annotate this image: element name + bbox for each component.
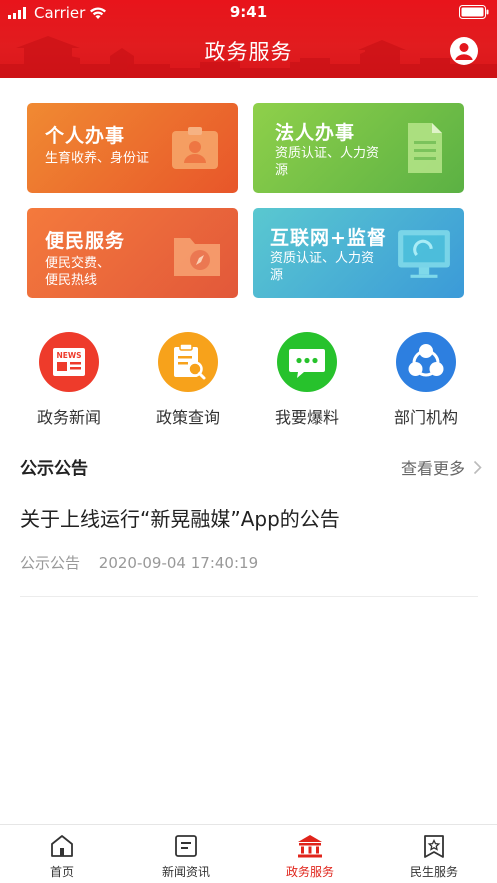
government-building-icon — [298, 835, 322, 858]
view-more-label: 查看更多 — [400, 459, 465, 478]
service-card-personal[interactable]: 个人办事 生育收养、身份证 — [27, 103, 238, 193]
notice-meta: 公示公告 2020-09-04 17:40:19 — [20, 552, 478, 573]
notice-datetime: 2020-09-04 17:40:19 — [98, 554, 259, 572]
card-subtitle: 便民交费、便民热线 — [45, 256, 111, 288]
tab-label: 新闻资讯 — [161, 865, 210, 879]
notice-section-header: 公示公告 查看更多 — [20, 454, 482, 480]
divider — [20, 596, 478, 597]
user-profile-icon[interactable] — [449, 36, 479, 66]
card-title: 互联网+监督 — [270, 227, 387, 249]
quick-link-gov-news[interactable]: NEWS 政务新闻 — [14, 332, 124, 428]
service-card-convenience[interactable]: 便民服务 便民交费、便民热线 — [27, 208, 238, 298]
id-card-icon — [172, 127, 218, 169]
monitor-icon — [398, 230, 450, 278]
service-cards: 个人办事 生育收养、身份证 法人办事 资质认证、人力资源 便民服务 便民交费、便… — [27, 103, 464, 298]
tab-label: 民生服务 — [409, 865, 458, 879]
bottom-tab-bar: 首页 新闻资讯 政务服务 民生服务 — [0, 824, 497, 883]
page-title: 政务服务 — [204, 40, 293, 64]
news-badge-text: NEWS — [56, 351, 81, 360]
organization-icon — [396, 332, 456, 392]
tab-home[interactable]: 首页 — [0, 833, 124, 880]
notice-title: 关于上线运行“新晃融媒”App的公告 — [20, 507, 340, 531]
quick-link-policy-search[interactable]: 政策查询 — [133, 332, 243, 428]
notice-category: 公示公告 — [20, 554, 81, 572]
quick-link-report-tip[interactable]: 我要爆料 — [252, 332, 362, 428]
card-subtitle: 资质认证、人力资源 — [275, 146, 380, 178]
news-icon: NEWS — [39, 332, 99, 392]
tab-label: 首页 — [49, 865, 74, 879]
service-card-corporate[interactable]: 法人办事 资质认证、人力资源 — [253, 103, 464, 193]
section-title: 公示公告 — [20, 459, 88, 479]
card-title: 个人办事 — [45, 125, 126, 147]
quick-link-label: 部门机构 — [393, 408, 458, 427]
quick-link-departments[interactable]: 部门机构 — [371, 332, 481, 428]
notice-list-item[interactable]: 关于上线运行“新晃融媒”App的公告 公示公告 2020-09-04 17:40… — [20, 503, 478, 573]
quick-link-label: 政策查询 — [155, 408, 220, 427]
quick-link-label: 我要爆料 — [274, 408, 339, 427]
tab-label: 政务服务 — [285, 865, 334, 879]
status-bar: Carrier 9:41 — [0, 0, 497, 26]
chevron-right-icon — [473, 460, 482, 474]
home-icon — [51, 835, 73, 857]
service-card-internet-supervision[interactable]: 互联网+监督 资质认证、人力资源 — [253, 208, 464, 298]
quick-link-label: 政务新闻 — [36, 408, 101, 427]
card-title: 便民服务 — [45, 230, 126, 252]
clock: 9:41 — [229, 3, 268, 21]
card-subtitle: 资质认证、人力资源 — [270, 251, 375, 283]
folder-compass-icon — [174, 238, 220, 276]
policy-search-icon — [158, 332, 218, 392]
quick-links: NEWS 政务新闻 政策查询 我要爆料 部门机构 — [0, 332, 497, 432]
app-header: Carrier 9:41 政务服务 — [0, 0, 497, 78]
view-more-link[interactable]: 查看更多 — [401, 455, 482, 479]
battery-icon — [459, 5, 489, 19]
star-bookmark-icon — [424, 835, 444, 858]
card-title: 法人办事 — [275, 122, 356, 144]
tab-gov-services[interactable]: 政务服务 — [248, 833, 372, 880]
document-icon — [408, 123, 442, 173]
tab-news[interactable]: 新闻资讯 — [124, 833, 248, 880]
news-list-icon — [175, 835, 197, 857]
chat-bubble-icon — [277, 332, 337, 392]
tab-livelihood[interactable]: 民生服务 — [372, 833, 496, 880]
